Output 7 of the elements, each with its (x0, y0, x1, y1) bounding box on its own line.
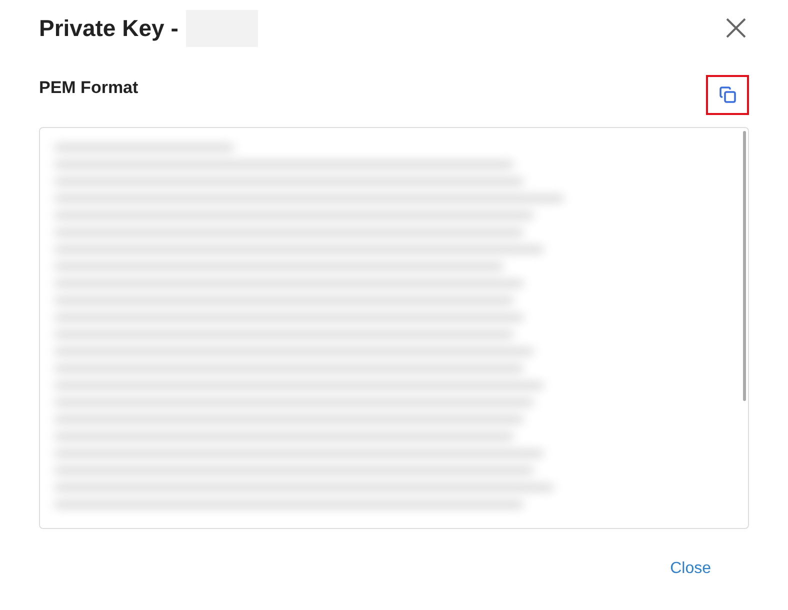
section-label: PEM Format (39, 77, 138, 99)
copy-icon (718, 85, 738, 105)
copy-button[interactable] (706, 75, 749, 115)
dialog-title: Private Key - (39, 14, 178, 43)
close-button[interactable]: Close (666, 557, 715, 581)
scrollbar[interactable] (743, 131, 746, 401)
close-icon[interactable] (725, 17, 747, 39)
